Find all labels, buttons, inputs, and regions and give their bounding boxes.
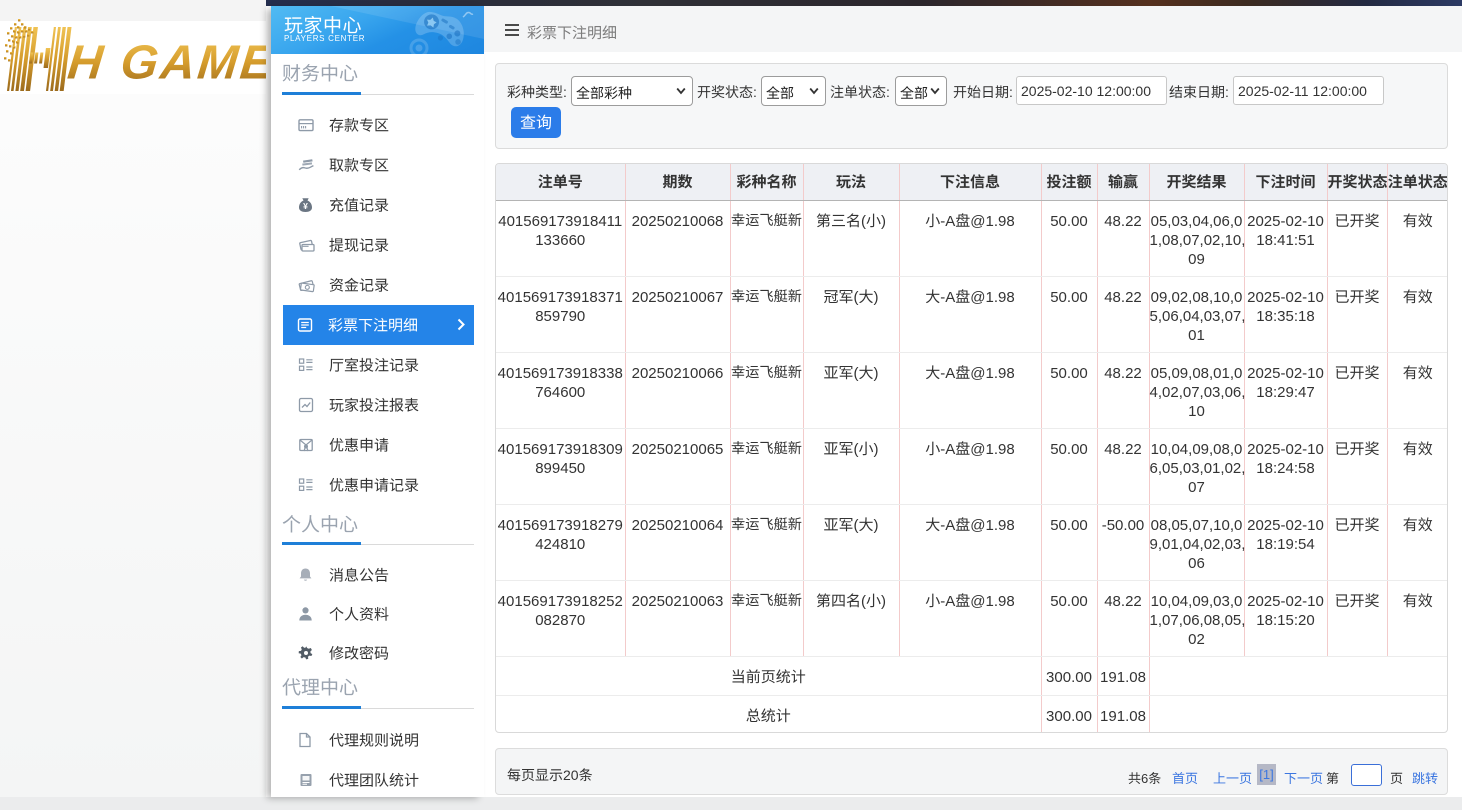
- svg-text:¥: ¥: [303, 201, 308, 211]
- svg-text:H GAME: H GAME: [65, 36, 266, 90]
